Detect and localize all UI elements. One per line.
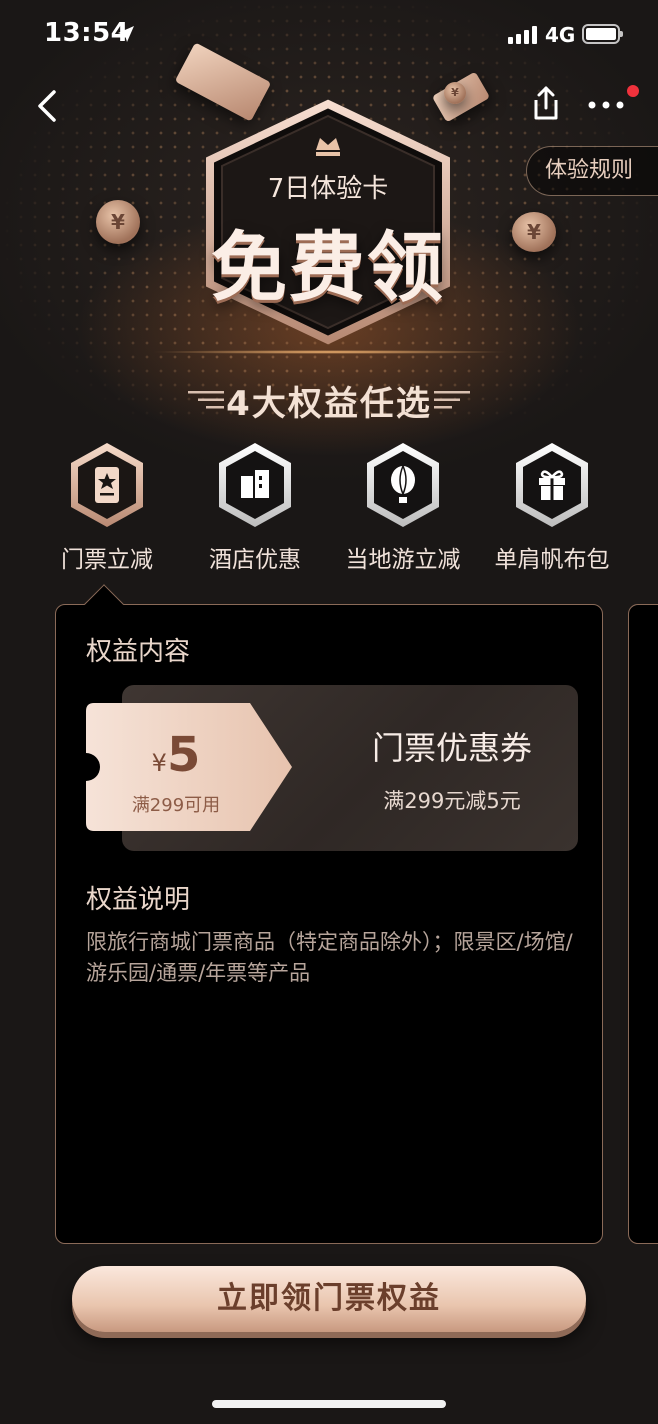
benefit-label: 单肩帆布包 xyxy=(494,547,610,573)
coupon-condition: 满299可用 xyxy=(131,795,221,816)
coupon-currency: ¥ xyxy=(151,749,167,777)
glow-line xyxy=(150,350,510,354)
signal-icon xyxy=(508,26,537,44)
benefit-label: 当地游立减 xyxy=(345,547,461,573)
badge-subtitle: 7日体验卡 xyxy=(267,174,389,204)
balloon-icon xyxy=(367,443,439,527)
share-icon[interactable] xyxy=(526,84,566,124)
status-bar: 13:54 4G xyxy=(0,0,658,70)
next-panel-peek[interactable] xyxy=(628,604,658,1244)
benefit-detail-panel: 权益内容 门票优惠券 满299元减5元 ¥5 满299可用 权益说明 限旅行商城… xyxy=(55,604,603,1244)
benefit-local-tour[interactable]: 当地游立减 xyxy=(328,440,478,574)
more-icon[interactable] xyxy=(586,92,630,118)
network-type: 4G xyxy=(545,23,576,47)
battery-icon xyxy=(582,24,623,44)
description-title: 权益说明 xyxy=(86,885,191,915)
back-icon[interactable] xyxy=(30,84,70,128)
benefit-label: 门票立减 xyxy=(61,547,153,573)
coupon-title: 门票优惠券 xyxy=(371,729,532,767)
gift-icon xyxy=(516,443,588,527)
benefit-tote-bag[interactable]: 单肩帆布包 xyxy=(477,440,627,574)
content-title: 权益内容 xyxy=(86,637,191,667)
benefit-ticket[interactable]: 门票立减 xyxy=(32,440,182,574)
location-arrow-icon xyxy=(118,26,134,42)
badge-title: 免费领 xyxy=(211,223,445,312)
coupon-value: 5 xyxy=(166,727,201,783)
rules-button[interactable]: 体验规则 xyxy=(526,146,658,196)
benefit-label: 酒店优惠 xyxy=(209,547,301,573)
description-text: 限旅行商城门票商品（特定商品除外）；限景区/场馆/游乐园/通票/年票等产品 xyxy=(86,930,573,985)
coupon-subtitle: 满299元减5元 xyxy=(383,789,521,813)
coupon-amount: ¥5 xyxy=(86,727,266,783)
ticket-icon xyxy=(71,443,143,527)
notification-dot xyxy=(627,85,639,97)
coin-decoration: ¥ xyxy=(512,212,556,252)
benefit-hotel[interactable]: 酒店优惠 xyxy=(180,440,330,574)
claim-benefit-button[interactable]: 立即领门票权益 xyxy=(72,1266,586,1332)
hotel-icon xyxy=(219,443,291,527)
coin-decoration: ¥ xyxy=(96,200,140,244)
section-heading: 4大权益任选 xyxy=(226,384,432,424)
heading-decoration-right-icon xyxy=(434,391,470,409)
home-indicator[interactable] xyxy=(212,1400,446,1408)
